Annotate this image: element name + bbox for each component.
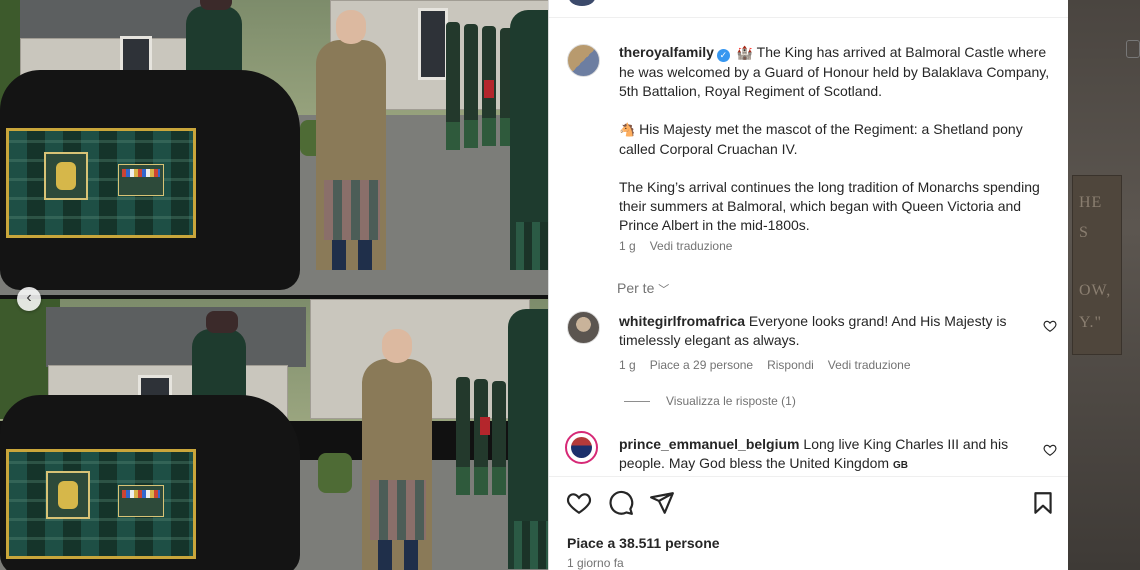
window (418, 8, 448, 80)
horse-emoji: 🐴 (619, 123, 636, 138)
translate-link[interactable]: Vedi traduzione (828, 358, 911, 372)
caption-meta: 1 g Vedi traduzione (619, 239, 746, 253)
drum (480, 417, 490, 435)
king (316, 10, 386, 270)
medal-ribbons (118, 164, 164, 196)
divider (624, 401, 650, 403)
heart-icon[interactable] (1043, 443, 1057, 457)
post-photo-2[interactable] (0, 299, 548, 570)
chevron-down-icon: ﹀ (658, 284, 670, 296)
stone-plaque: HE S OW, Y." (1072, 175, 1122, 355)
reply-link[interactable]: Rispondi (767, 358, 814, 372)
caption-age: 1 g (619, 239, 636, 253)
plaque-text: Y." (1079, 314, 1103, 331)
roof (46, 307, 306, 367)
hedge (318, 453, 352, 493)
soldier (464, 24, 478, 148)
drum (484, 80, 494, 98)
view-replies-label: Visualizza le risposte (1) (666, 394, 796, 408)
chevron-left-icon[interactable]: ‹ (17, 287, 41, 311)
regiment-badge (44, 152, 88, 200)
post-timestamp: 1 giorno fa (567, 556, 624, 570)
pony-blanket (6, 128, 196, 238)
flag-label: GB (892, 460, 908, 471)
comment-username[interactable]: prince_emmanuel_belgium (619, 436, 800, 452)
commenter-avatar[interactable] (565, 431, 598, 464)
post-caption: theroyalfamily ✓ 🏰 The King has arrived a… (619, 43, 1059, 235)
caption-paragraph-2-text: His Majesty met the mascot of the Regime… (619, 121, 1023, 157)
corner-icon (1126, 40, 1140, 58)
photo-area: ‹ (0, 0, 548, 570)
verified-badge-icon: ✓ (716, 49, 730, 62)
regiment-badge (46, 471, 90, 519)
like-count[interactable]: Piace a 38.511 persone (567, 535, 720, 551)
heart-icon[interactable] (1043, 319, 1057, 333)
comment-meta: 1 g Piace a 29 persone Rispondi Vedi traduz… (619, 358, 925, 372)
background-wall: HE S OW, Y." (1068, 0, 1140, 570)
post-photo-1[interactable] (0, 0, 548, 295)
author-avatar[interactable] (567, 44, 600, 77)
caption-paragraph-2: 🐴 His Majesty met the mascot of the Regi… (619, 120, 1059, 159)
caption-paragraph-3: The King’s arrival continues the long tr… (619, 179, 1040, 233)
comment-1: whitegirlfromafrica Everyone looks grand… (619, 312, 1039, 350)
soldier (492, 381, 506, 495)
soldier (482, 26, 496, 146)
castle-emoji: 🏰 (736, 46, 754, 61)
for-you-dropdown[interactable]: Per te ﹀ (617, 280, 669, 297)
avatar[interactable] (569, 0, 595, 6)
plaque-text: HE (1079, 194, 1103, 211)
comment-icon[interactable] (608, 490, 634, 516)
plaque-text: OW, (1079, 282, 1112, 299)
for-you-label: Per te (617, 280, 655, 296)
comment-likes[interactable]: Piace a 29 persone (650, 358, 753, 372)
author-username[interactable]: theroyalfamily (619, 44, 714, 60)
soldier (446, 22, 460, 150)
king (362, 329, 432, 570)
share-icon[interactable] (649, 490, 675, 516)
commenter-avatar[interactable] (567, 311, 600, 344)
see-translation-link[interactable]: Vedi traduzione (650, 239, 733, 253)
piper (508, 309, 548, 569)
comment-age: 1 g (619, 358, 636, 372)
piper (510, 10, 548, 270)
comment-2: prince_emmanuel_belgium Long live King C… (619, 435, 1039, 475)
pony-blanket (6, 449, 196, 559)
post-header (549, 0, 1068, 18)
comment-username[interactable]: whitegirlfromafrica (619, 313, 745, 329)
view-replies-link[interactable]: Visualizza le risposte (1) (624, 394, 796, 408)
medal-ribbons (118, 485, 164, 517)
heart-icon[interactable] (566, 490, 592, 516)
post-detail-panel: theroyalfamily ✓ 🏰 The King has arrived a… (548, 0, 1068, 570)
soldier (456, 377, 470, 495)
plaque-text: S (1079, 224, 1089, 241)
bookmark-icon[interactable] (1030, 490, 1056, 516)
